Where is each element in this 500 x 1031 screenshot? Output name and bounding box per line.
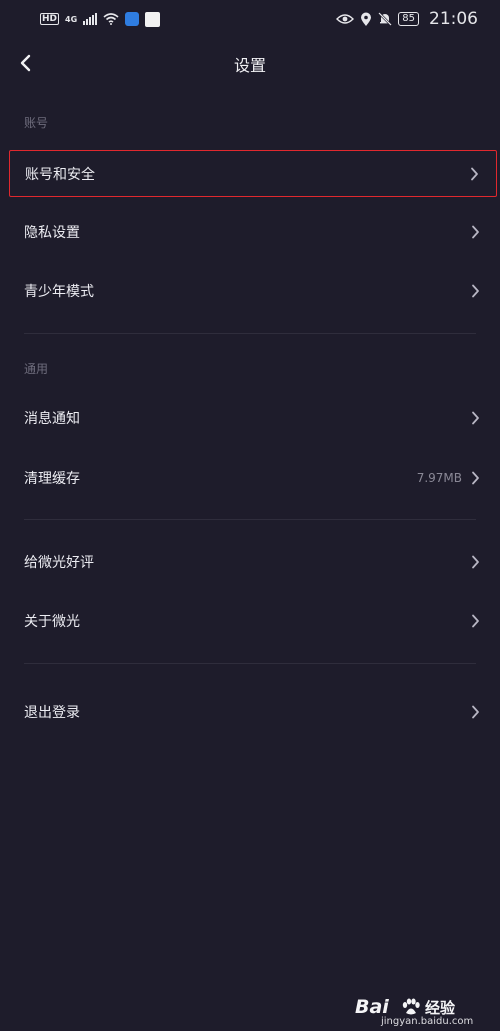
settings-item-privacy[interactable]: 隐私设置 [9,208,497,255]
settings-item-label: 给微光好评 [24,554,94,571]
network-type: 4G [65,14,78,24]
watermark-logo-text: Bai [355,996,389,1018]
cache-size-value: 7.97MB [416,470,462,485]
signal-icon [83,13,98,25]
chevron-right-icon [467,167,481,181]
watermark-url: jingyan.baidu.com [381,1016,474,1027]
bell-off-icon [378,12,393,26]
page-title: 设置 [233,56,266,75]
section-label-account: 账号 [24,116,49,130]
header: 设置 [0,40,500,86]
eye-icon [336,14,355,24]
chevron-right-icon [468,225,482,239]
section-label-general: 通用 [24,362,49,376]
settings-item-label: 隐私设置 [24,224,80,241]
settings-item-label: 退出登录 [24,704,80,721]
settings-item-notifications[interactable]: 消息通知 [9,394,497,441]
settings-item-clear-cache[interactable]: 清理缓存 7.97MB [9,454,497,501]
paw-icon [402,998,420,1015]
chevron-right-icon [468,555,482,569]
location-icon [361,12,372,26]
chevron-right-icon [468,614,482,628]
divider [24,663,476,664]
hd-icon: HD [40,13,60,25]
chevron-right-icon [468,705,482,719]
app-news-icon [145,11,161,27]
settings-item-label: 消息通知 [24,410,80,427]
status-bar: HD 4G 85 21:06 [0,0,500,38]
settings-item-logout[interactable]: 退出登录 [9,688,497,735]
settings-item-label: 关于微光 [24,613,80,630]
chevron-right-icon [468,284,482,298]
settings-item-label: 清理缓存 [24,470,80,487]
chevron-right-icon [468,471,482,485]
settings-item-label: 青少年模式 [24,283,94,300]
battery-icon: 85 [398,12,419,26]
wifi-icon [103,13,119,25]
watermark-cn-text: 经验 [425,999,456,1017]
baidu-jingyan-watermark: Bai 经验 jingyan.baidu.com [355,996,490,1028]
settings-item-rate-app[interactable]: 给微光好评 [9,538,497,585]
app-shield-icon [125,12,140,26]
status-bar-left: HD 4G [40,11,161,27]
settings-item-account-security[interactable]: 账号和安全 [9,150,497,197]
settings-item-about[interactable]: 关于微光 [9,597,497,644]
divider [24,519,476,520]
status-bar-right: 85 21:06 [336,9,478,29]
status-time: 21:06 [429,9,478,29]
settings-item-label: 账号和安全 [25,166,95,183]
chevron-right-icon [468,411,482,425]
settings-item-teen-mode[interactable]: 青少年模式 [9,267,497,314]
divider [24,333,476,334]
